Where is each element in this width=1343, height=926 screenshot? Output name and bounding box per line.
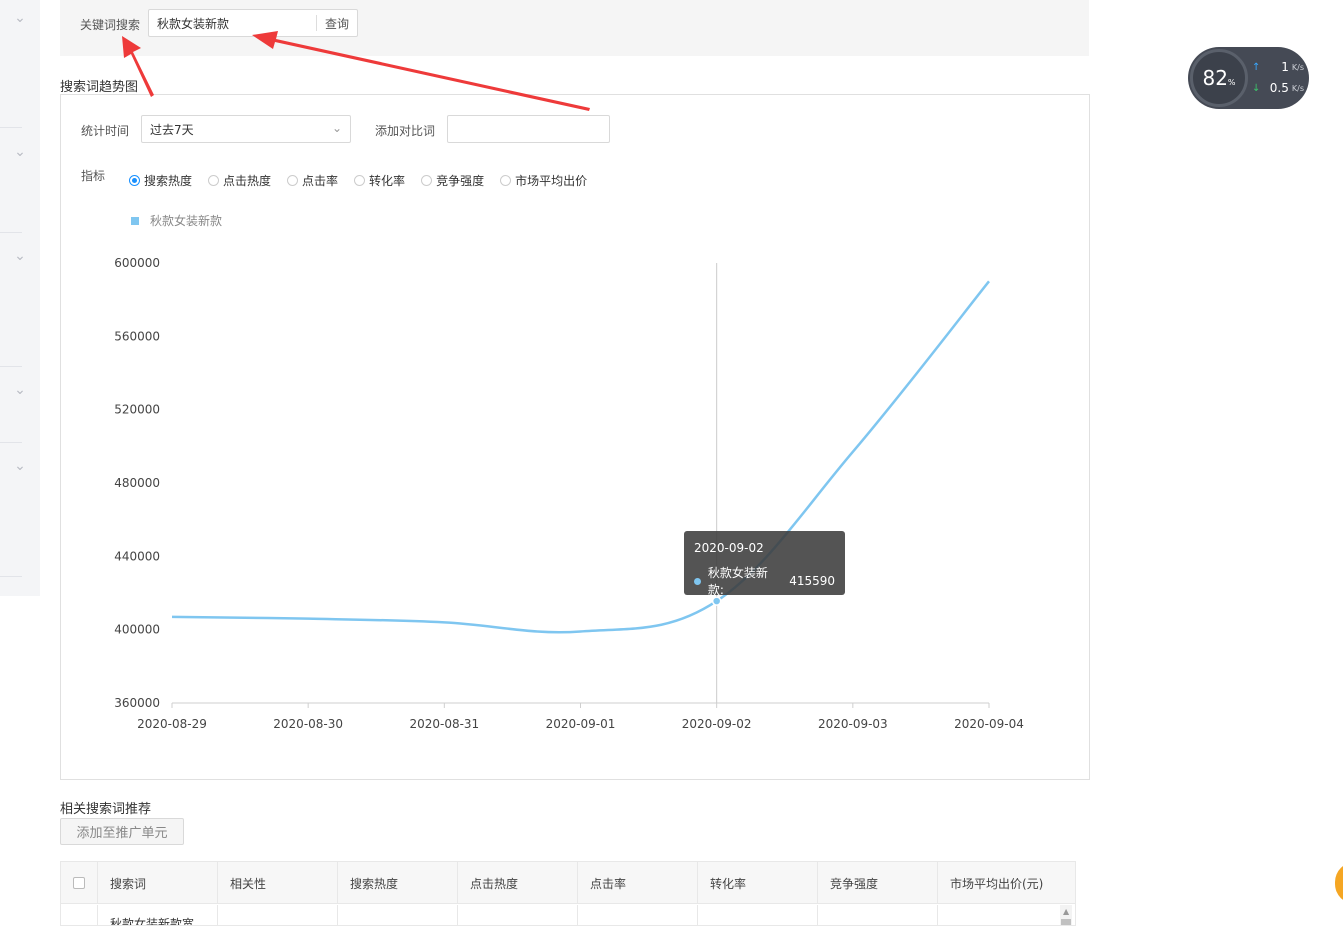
table-scrollbar[interactable]: ▲ <box>1060 905 1072 925</box>
tooltip-date: 2020-09-02 <box>694 541 764 555</box>
rail-divider <box>0 232 22 233</box>
x-tick-label: 2020-09-02 <box>682 717 752 731</box>
tooltip-series-dot <box>694 577 701 585</box>
select-all-checkbox[interactable] <box>73 877 85 889</box>
download-speed-unit: K/s <box>1291 83 1304 93</box>
gauge-percent: 82 <box>1202 66 1228 90</box>
arrow-down-icon: ↓ <box>1252 82 1261 94</box>
download-speed-row: ↓ 0.5 K/s <box>1252 79 1304 97</box>
keyword-search-input[interactable] <box>149 10 315 36</box>
row-cell <box>698 905 818 925</box>
upload-speed-value: 1 <box>1281 60 1289 74</box>
chevron-down-icon[interactable]: ⌄ <box>0 142 40 162</box>
upload-speed-unit: K/s <box>1291 62 1304 72</box>
row-cell <box>578 905 698 925</box>
related-section-title: 相关搜索词推荐 <box>60 802 152 817</box>
download-speed-value: 0.5 <box>1269 81 1289 95</box>
y-tick-label: 400000 <box>114 623 160 637</box>
table-row[interactable]: 秋款女装新款宽 <box>61 905 1075 925</box>
query-button[interactable]: 查询 <box>317 10 357 36</box>
row-cell <box>818 905 938 925</box>
trend-section-title: 搜索词趋势图 <box>60 80 139 95</box>
x-tick-label: 2020-09-01 <box>546 717 616 731</box>
tooltip-series-label: 秋款女装新款: <box>707 566 768 597</box>
add-to-ad-unit-button[interactable]: 添加至推广单元 <box>60 818 184 845</box>
column-header-conversion[interactable]: 转化率 <box>698 862 818 904</box>
y-tick-label: 520000 <box>114 403 160 417</box>
arrow-up-icon: ↑ <box>1252 61 1261 73</box>
keyword-search-label: 关键词搜索 <box>80 18 141 32</box>
network-speed-widget[interactable]: 82 % ↑ 1 K/s ↓ 0.5 K/s <box>1188 47 1309 109</box>
series-line <box>171 280 990 634</box>
y-tick-label: 440000 <box>114 549 160 563</box>
row-keyword: 秋款女装新款宽 <box>98 905 218 925</box>
x-tick-label: 2020-08-30 <box>273 717 343 731</box>
row-checkbox-cell <box>61 905 98 925</box>
memory-usage-gauge: 82 % <box>1190 49 1248 107</box>
column-header-keyword[interactable]: 搜索词 <box>98 862 218 904</box>
column-header-click-heat[interactable]: 点击热度 <box>458 862 578 904</box>
related-keywords-table: 搜索词 相关性 搜索热度 点击热度 点击率 转化率 竞争强度 市场平均出价(元)… <box>60 861 1076 926</box>
rail-divider <box>0 127 22 128</box>
x-tick-label: 2020-09-04 <box>954 717 1024 731</box>
rail-divider <box>0 576 22 577</box>
scroll-up-arrow-icon[interactable]: ▲ <box>1063 907 1069 916</box>
row-cell <box>938 905 1075 925</box>
y-tick-label: 360000 <box>114 696 160 710</box>
upload-speed-row: ↑ 1 K/s <box>1252 58 1304 76</box>
chart-tooltip: 2020-09-02 秋款女装新款: 415590 <box>684 531 845 598</box>
x-tick-label: 2020-09-03 <box>818 717 888 731</box>
scroll-thumb[interactable] <box>1061 919 1071 925</box>
table-header: 搜索词 相关性 搜索热度 点击热度 点击率 转化率 竞争强度 市场平均出价(元) <box>61 862 1075 904</box>
trend-panel: 统计时间 过去7天 ⌄ 添加对比词 指标 搜索热度 点击热度 点击率 转化率 竞… <box>60 94 1090 780</box>
y-tick-label: 600000 <box>114 256 160 270</box>
row-cell <box>458 905 578 925</box>
rail-divider <box>0 366 22 367</box>
left-nav-rail: ⌄ ⌄ ⌄ ⌄ ⌄ <box>0 0 40 596</box>
keyword-search-box: 查询 <box>148 9 358 37</box>
tooltip-value: 415590 <box>789 574 835 588</box>
chevron-down-icon[interactable]: ⌄ <box>0 456 40 476</box>
floating-helper-bubble[interactable] <box>1335 862 1343 904</box>
gauge-percent-sign: % <box>1227 77 1236 87</box>
column-header-relevance[interactable]: 相关性 <box>218 862 338 904</box>
header-checkbox-cell <box>61 862 98 904</box>
column-header-competition[interactable]: 竞争强度 <box>818 862 938 904</box>
column-header-avg-bid[interactable]: 市场平均出价(元) <box>938 862 1075 904</box>
column-header-ctr[interactable]: 点击率 <box>578 862 698 904</box>
x-tick-label: 2020-08-29 <box>137 717 207 731</box>
rail-divider <box>0 442 22 443</box>
y-tick-label: 480000 <box>114 476 160 490</box>
keyword-search-bar: 关键词搜索 查询 <box>60 0 1089 56</box>
tooltip-row: 秋款女装新款: 415590 <box>694 564 835 598</box>
column-header-search-heat[interactable]: 搜索热度 <box>338 862 458 904</box>
chevron-down-icon[interactable]: ⌄ <box>0 8 40 28</box>
hover-point <box>711 596 722 606</box>
row-cell <box>338 905 458 925</box>
trend-line-chart: 600000 560000 520000 480000 440000 400000 3600… <box>114 256 1024 731</box>
row-cell <box>218 905 338 925</box>
x-tick-label: 2020-08-31 <box>409 717 479 731</box>
chevron-down-icon[interactable]: ⌄ <box>0 380 40 400</box>
y-tick-label: 560000 <box>114 329 160 343</box>
chevron-down-icon[interactable]: ⌄ <box>0 246 40 266</box>
